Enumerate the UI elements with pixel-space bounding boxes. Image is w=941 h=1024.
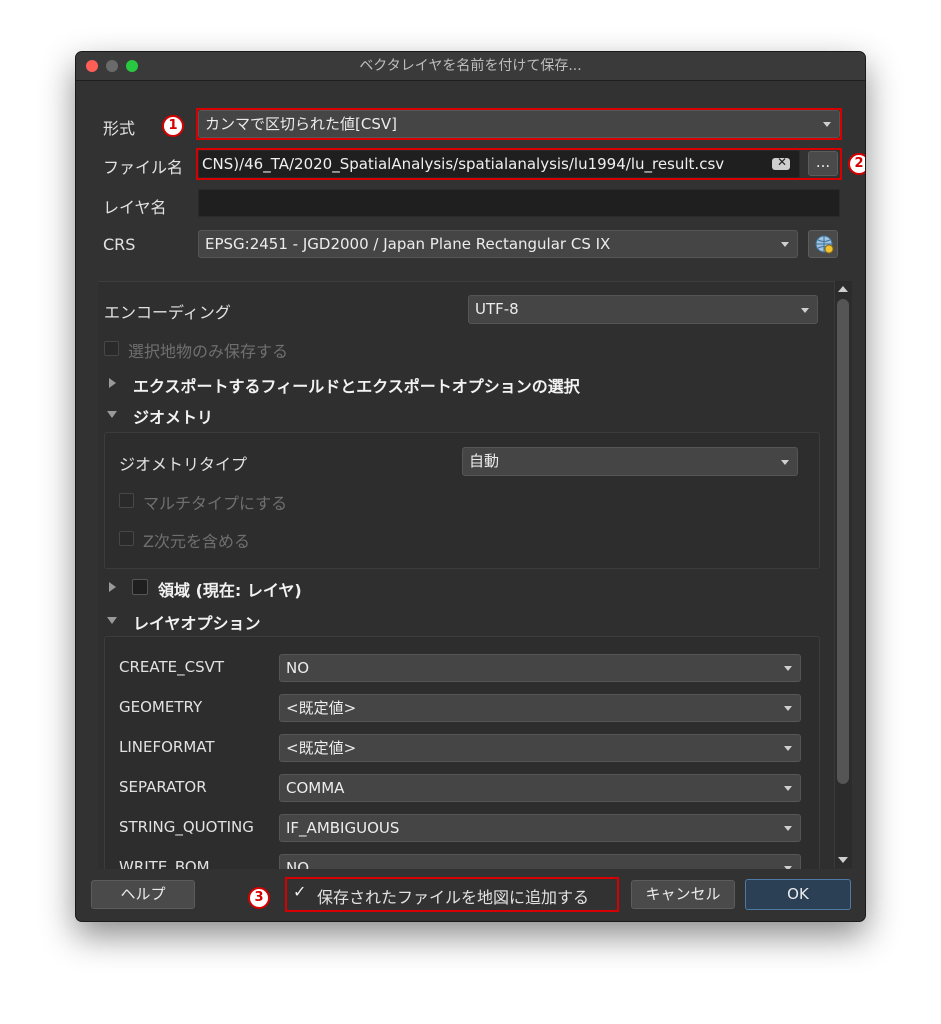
options-scrollbar[interactable] (834, 281, 852, 868)
geometry-type-label: ジオメトリタイプ (119, 455, 248, 474)
chevron-down-icon (781, 242, 789, 247)
layer-option-select[interactable]: IF_AMBIGUOUS (279, 814, 801, 842)
multitype-checkbox[interactable] (119, 493, 134, 508)
filename-label: ファイル名 (103, 158, 184, 177)
scroll-down-icon[interactable] (838, 857, 848, 863)
chevron-down-icon (801, 307, 809, 313)
crs-select-value: EPSG:2451 - JGD2000 / Japan Plane Rectan… (205, 235, 611, 253)
layer-option-value: NO (286, 659, 310, 677)
filename-highlight-box (196, 148, 842, 180)
extent-section-header[interactable]: 領域 (現在: レイヤ) (158, 577, 302, 601)
include-z-checkbox[interactable] (119, 531, 134, 546)
geometry-group: ジオメトリタイプ 自動 マルチタイプにする Z次元を含める (104, 432, 820, 569)
layer-option-key: SEPARATOR (119, 778, 207, 796)
encoding-select[interactable]: UTF-8 (468, 295, 818, 324)
layer-option-value: <既定値> (286, 699, 357, 717)
globe-icon (815, 235, 834, 254)
annotation-marker-3: 3 (248, 887, 270, 909)
format-highlight-box (196, 108, 842, 140)
fields-section-header[interactable]: エクスポートするフィールドとエクスポートオプションの選択 (133, 373, 580, 397)
include-z-label: Z次元を含める (143, 532, 250, 551)
layer-option-select[interactable]: NO (279, 654, 801, 682)
multitype-label: マルチタイプにする (143, 494, 288, 513)
layername-label: レイヤ名 (103, 198, 167, 217)
scrollbar-thumb[interactable] (837, 299, 849, 784)
chevron-right-icon[interactable] (109, 378, 116, 388)
selected-only-checkbox[interactable] (104, 341, 119, 356)
add-to-map-highlight-box (285, 877, 619, 912)
layer-option-key: WRITE_BOM (119, 858, 210, 869)
chevron-down-icon (784, 786, 792, 791)
layer-options-group: CREATE_CSVT NO GEOMETRY <既定値> LINEFORMAT… (104, 636, 820, 869)
encoding-select-value: UTF-8 (475, 300, 519, 318)
chevron-down-icon (784, 706, 792, 711)
cancel-button[interactable]: キャンセル (631, 880, 735, 909)
layer-options-section-header[interactable]: レイヤオプション (133, 610, 261, 634)
chevron-down-icon[interactable] (107, 617, 117, 624)
help-button[interactable]: ヘルプ (91, 880, 195, 909)
chevron-down-icon (784, 746, 792, 751)
layer-option-key: STRING_QUOTING (119, 818, 254, 836)
chevron-down-icon (781, 459, 789, 465)
selected-only-label: 選択地物のみ保存する (128, 342, 289, 361)
extent-checkbox[interactable] (132, 579, 148, 595)
annotation-marker-1: 1 (162, 115, 184, 137)
encoding-label: エンコーディング (104, 303, 231, 322)
layer-option-value: NO (286, 859, 310, 869)
layer-option-select[interactable]: <既定値> (279, 734, 801, 762)
format-label: 形式 (103, 119, 136, 138)
chevron-down-icon[interactable] (107, 411, 117, 418)
crs-label: CRS (103, 235, 136, 254)
chevron-down-icon (784, 826, 792, 831)
layer-option-value: <既定値> (286, 739, 357, 757)
layer-option-key: LINEFORMAT (119, 738, 215, 756)
layername-input[interactable] (198, 189, 840, 217)
geometry-type-select-value: 自動 (469, 452, 500, 470)
annotation-marker-2: 2 (848, 153, 865, 175)
layer-option-value: COMMA (286, 779, 345, 797)
options-panel: エンコーディング UTF-8 選択地物のみ保存する エクスポートするフィールドと… (98, 281, 852, 869)
chevron-right-icon[interactable] (109, 582, 116, 592)
layer-option-select[interactable]: <既定値> (279, 694, 801, 722)
window-title: ベクタレイヤを名前を付けて保存... (359, 58, 582, 74)
layer-option-value: IF_AMBIGUOUS (286, 819, 400, 837)
crs-select[interactable]: EPSG:2451 - JGD2000 / Japan Plane Rectan… (198, 230, 798, 258)
layer-option-key: GEOMETRY (119, 698, 203, 716)
scroll-up-icon[interactable] (838, 286, 848, 292)
title-bar: ベクタレイヤを名前を付けて保存... (76, 52, 865, 81)
chevron-down-icon (784, 666, 792, 671)
ok-button[interactable]: OK (745, 879, 851, 910)
layer-option-key: CREATE_CSVT (119, 658, 225, 676)
save-vector-layer-dialog: ベクタレイヤを名前を付けて保存... 形式 カンマで区切られた値[CSV] 1 … (75, 51, 866, 922)
layer-option-select[interactable]: COMMA (279, 774, 801, 802)
geometry-type-select[interactable]: 自動 (462, 447, 798, 476)
crs-selector-button[interactable] (808, 230, 838, 258)
chevron-down-icon (784, 866, 792, 869)
layer-option-select[interactable]: NO (279, 854, 801, 869)
geometry-section-header[interactable]: ジオメトリ (133, 404, 213, 428)
